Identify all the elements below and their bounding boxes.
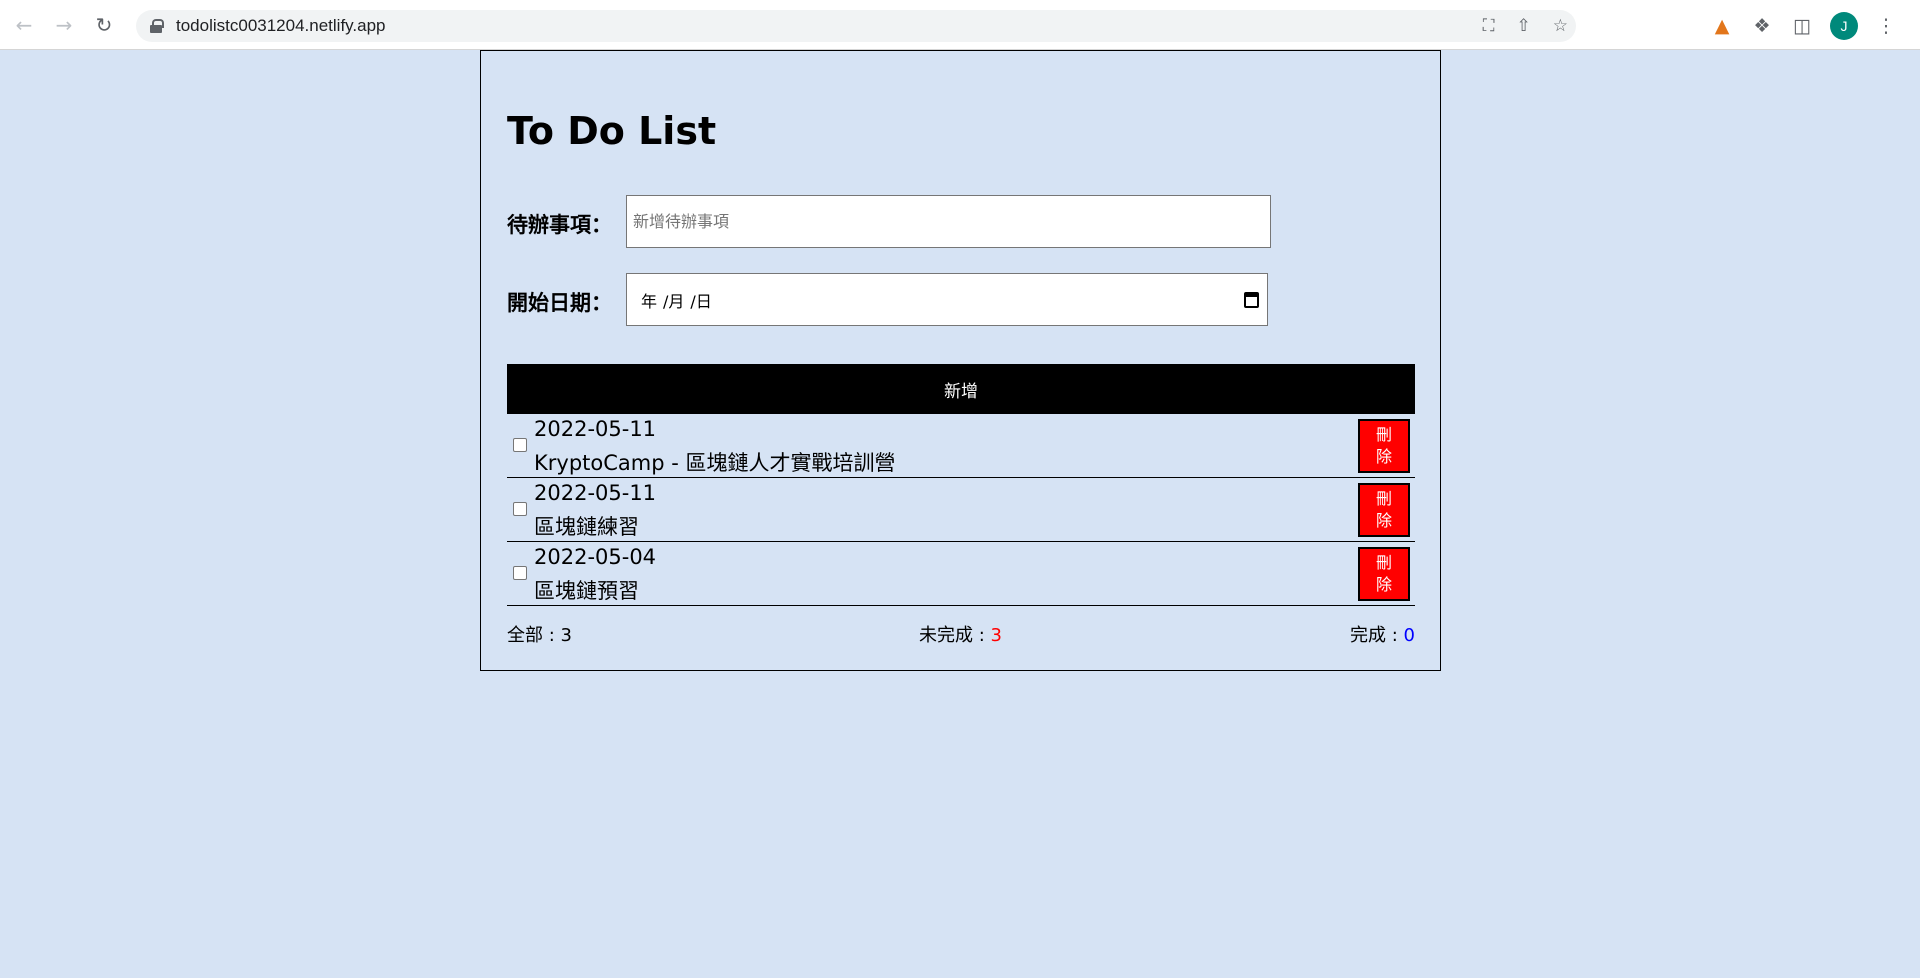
date-label: 開始日期：: [507, 291, 612, 315]
start-date-field[interactable]: 年 /月 /日: [626, 273, 1268, 326]
todo-input[interactable]: [626, 195, 1271, 248]
todo-date: 2022-05-11: [534, 481, 657, 505]
stat-incomplete-value: 3: [990, 625, 1002, 646]
translate-icon[interactable]: ⛶: [1483, 16, 1495, 36]
browser-toolbar: ← → ↻ todolistc0031204.netlify.app ⛶ ⇧ ☆…: [0, 0, 1920, 50]
todo-text: KryptoCamp - 區塊鏈人才實戰培訓營: [534, 451, 896, 475]
date-year-segment[interactable]: 年: [641, 288, 657, 312]
back-arrow-icon[interactable]: ←: [8, 9, 40, 41]
menu-kebab-icon[interactable]: ⋮: [1874, 15, 1898, 37]
todo-checkbox[interactable]: [513, 502, 527, 516]
share-icon[interactable]: ⇧: [1517, 16, 1531, 36]
todo-list: 2022-05-11 KryptoCamp - 區塊鏈人才實戰培訓營 刪除 20…: [507, 414, 1415, 606]
stat-complete-value: 0: [1403, 625, 1415, 646]
lock-icon[interactable]: [150, 19, 164, 33]
todo-checkbox[interactable]: [513, 438, 527, 452]
side-panel-icon[interactable]: ◫: [1790, 15, 1814, 37]
stat-incomplete: 未完成 : 3: [919, 621, 1002, 647]
delete-button[interactable]: 刪除: [1358, 547, 1410, 601]
calendar-icon[interactable]: [1244, 292, 1259, 308]
metamask-extension-icon[interactable]: ▲: [1710, 15, 1734, 37]
stat-all-value: 3: [560, 625, 572, 646]
stat-incomplete-label: 未完成 :: [919, 625, 991, 646]
todo-card: To Do List 待辦事項： 開始日期： 年 /月 /日 新增 2022-0…: [480, 50, 1441, 671]
reload-icon[interactable]: ↻: [88, 9, 120, 41]
todo-checkbox[interactable]: [513, 566, 527, 580]
stat-all: 全部 : 3: [507, 621, 572, 647]
todo-text: 區塊鏈練習: [534, 515, 639, 539]
delete-button[interactable]: 刪除: [1358, 419, 1410, 473]
todo-date: 2022-05-04: [534, 545, 657, 569]
forward-arrow-icon[interactable]: →: [48, 9, 80, 41]
todo-label: 待辦事項：: [507, 213, 612, 237]
stat-complete-label: 完成 :: [1350, 625, 1404, 646]
address-bar[interactable]: todolistc0031204.netlify.app ⛶ ⇧ ☆: [136, 10, 1576, 42]
list-item: 2022-05-04 區塊鏈預習 刪除: [507, 542, 1415, 606]
extensions-puzzle-icon[interactable]: ❖: [1750, 15, 1774, 37]
stat-complete: 完成 : 0: [1350, 621, 1415, 647]
todo-text: 區塊鏈預習: [534, 579, 639, 603]
date-day-segment[interactable]: /日: [690, 288, 711, 312]
todo-date: 2022-05-11: [534, 417, 657, 441]
list-item: 2022-05-11 KryptoCamp - 區塊鏈人才實戰培訓營 刪除: [507, 414, 1415, 478]
bookmark-star-icon[interactable]: ☆: [1553, 16, 1568, 36]
stat-all-label: 全部 :: [507, 625, 561, 646]
delete-button[interactable]: 刪除: [1358, 483, 1410, 537]
date-month-segment[interactable]: /月: [663, 288, 684, 312]
add-button[interactable]: 新增: [507, 364, 1415, 414]
list-item: 2022-05-11 區塊鏈練習 刪除: [507, 478, 1415, 542]
page-title: To Do List: [507, 109, 717, 153]
profile-avatar[interactable]: J: [1830, 12, 1858, 40]
url-text[interactable]: todolistc0031204.netlify.app: [176, 16, 386, 36]
